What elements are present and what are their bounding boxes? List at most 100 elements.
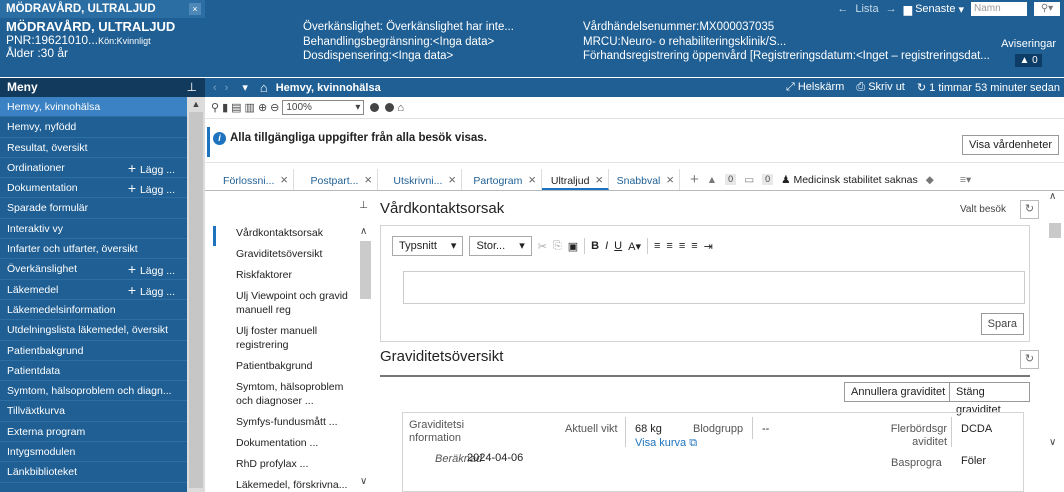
stability-indicator[interactable]: ♟ Medicinsk stabilitet saknas (781, 174, 918, 186)
sidebar-item[interactable]: Symtom, hälsoproblem och diagn... (0, 381, 187, 402)
scroll-thumb[interactable] (189, 112, 203, 488)
toc-item[interactable]: Symfys-fundusmått ... (236, 415, 361, 429)
sidebar-item[interactable]: Ordinationer + Lägg ... (0, 158, 187, 180)
scroll-down-icon[interactable]: ∨ (1049, 437, 1056, 448)
show-curve-link[interactable]: Visa kurva ⧉ (635, 437, 697, 450)
zoom-in-icon[interactable]: ⊕ (258, 101, 267, 114)
scroll-up-icon[interactable]: ∧ (1049, 191, 1056, 202)
paste-icon[interactable]: ▣ (568, 240, 578, 253)
toc-item[interactable]: Riskfaktorer (236, 268, 361, 282)
print-icon[interactable]: ▥ (245, 101, 255, 114)
align-center-icon[interactable]: ≡ (666, 240, 672, 252)
dropdown-icon[interactable]: ▾ (242, 81, 248, 94)
sidebar-item[interactable]: Dokumentation + Lägg ... (0, 178, 187, 200)
sidebar-item[interactable]: Hemvy, kvinnohälsa (0, 97, 187, 118)
toc-item[interactable]: Ulj Viewpoint och gravid manuell reg (236, 289, 361, 317)
tab-item[interactable]: Postpart... × (294, 169, 378, 190)
sidebar-item[interactable]: Externa program (0, 422, 187, 443)
add-button[interactable]: + Lägg ... (128, 178, 175, 200)
zoom-out-icon[interactable]: ⊖ (270, 101, 279, 114)
back-icon[interactable]: ‹ (213, 82, 217, 94)
scroll-thumb[interactable] (360, 241, 371, 299)
copy-icon[interactable]: ⎘ (553, 240, 562, 253)
font-color-icon[interactable]: A▾ (628, 240, 641, 253)
toc-item[interactable]: Ulj foster manuell registrering (236, 324, 361, 352)
toc-item[interactable]: Graviditetsöversikt (236, 247, 361, 261)
scroll-up-icon[interactable]: ▲ (187, 97, 205, 111)
toc-item[interactable]: Patientbakgrund (236, 359, 361, 373)
name-search-input[interactable]: Namn (971, 2, 1027, 16)
sidebar-item[interactable]: Infarter och utfarter, översikt (0, 239, 187, 260)
sidebar-scrollbar[interactable]: ▲ (187, 97, 205, 492)
pin-icon[interactable]: ⊥ (187, 78, 197, 97)
binoculars-icon[interactable]: ⚲ (211, 101, 219, 114)
show-units-button[interactable]: Visa vårdenheter (962, 135, 1059, 155)
care-reason-input[interactable] (403, 271, 1025, 304)
print-preview-icon[interactable]: ▤ (231, 101, 241, 114)
patient-tab[interactable]: MÖDRAVÅRD, ULTRALJUD × (0, 0, 205, 18)
cut-icon[interactable]: ✂ (538, 240, 547, 253)
font-select[interactable]: Typsnitt ▾ (392, 236, 464, 256)
forward-icon[interactable]: › (225, 82, 229, 94)
tab-item[interactable]: Förlossni... × (209, 169, 294, 190)
sidebar-item[interactable]: Sparade formulär (0, 198, 187, 219)
align-right-icon[interactable]: ≡ (679, 240, 685, 252)
sidebar-item[interactable]: Utdelningslista läkemedel, översikt (0, 320, 187, 341)
add-button[interactable]: + Lägg ... (128, 280, 175, 302)
sidebar-item[interactable]: Patientdata (0, 361, 187, 382)
sidebar-item[interactable]: Läkemedel + Lägg ... (0, 280, 187, 300)
select-visit-link[interactable]: Valt besök (960, 204, 1006, 215)
toc-item[interactable]: RhD profylax ... (236, 457, 361, 471)
bold-icon[interactable]: B (591, 240, 599, 252)
sidebar-item[interactable]: Länkbiblioteket (0, 462, 187, 483)
home-icon[interactable]: ⌂ (260, 80, 268, 95)
pin-icon[interactable]: ⊥ (359, 200, 368, 211)
print-button[interactable]: ⎙ Skriv ut (856, 81, 905, 94)
list-link[interactable]: Lista (855, 3, 878, 15)
tag-icon[interactable]: ◆ (926, 174, 934, 186)
cancel-pregnancy-button[interactable]: Annullera graviditet (844, 382, 953, 402)
italic-icon[interactable]: I (605, 240, 608, 252)
save-button[interactable]: Spara (980, 313, 1024, 335)
toc-item[interactable]: Vårdkontaktsorsak (236, 226, 361, 240)
sidebar-item[interactable]: Interaktiv vy (0, 219, 187, 240)
tab-item[interactable]: Ultraljud × (542, 169, 609, 190)
tab-item[interactable]: Utskrivni... × (378, 169, 462, 190)
toc-item[interactable]: Dokumentation ... (236, 436, 361, 450)
fullscreen-button[interactable]: ⤢ Helskärm (786, 81, 844, 94)
forward-arrow-icon[interactable]: → (886, 3, 897, 15)
sidebar-item[interactable]: Överkänslighet + Lägg ... (0, 259, 187, 281)
insert-icon[interactable]: ⇥ (704, 240, 713, 253)
sidebar-item[interactable]: Intygsmodulen (0, 442, 187, 463)
content-scrollbar[interactable]: ∧ ∨ (1049, 191, 1061, 492)
close-icon[interactable]: × (666, 172, 674, 187)
sidebar-item[interactable]: Hemvy, nyfödd (0, 117, 187, 138)
size-select[interactable]: Stor... ▾ (469, 236, 532, 256)
refresh-button[interactable]: ↻ 1 timmar 53 minuter sedan (917, 81, 1060, 94)
bell-icon[interactable]: ▲ (707, 174, 717, 186)
add-button[interactable]: + Lägg ... (128, 158, 175, 180)
close-icon[interactable]: × (189, 3, 201, 15)
close-icon[interactable]: × (448, 172, 456, 187)
add-button[interactable]: + Lägg ... (128, 259, 175, 281)
toc-scrollbar[interactable]: ∧ ∨ (360, 226, 371, 492)
sidebar-item[interactable]: Läkemedelsinformation (0, 300, 187, 321)
refresh-icon[interactable]: ↻ (1020, 200, 1039, 219)
recent-button[interactable]: ▆ Senaste ▾ (904, 3, 964, 16)
allergy-info[interactable]: Överkänslighet: Överkänslighet har inte.… (303, 20, 514, 35)
toc-item[interactable]: Läkemedel, förskrivna... (236, 478, 361, 492)
close-icon[interactable]: × (364, 172, 372, 187)
scroll-thumb[interactable] (1049, 223, 1061, 238)
add-tab-icon[interactable]: + (690, 171, 699, 188)
sidebar-item[interactable]: Resultat, översikt (0, 138, 187, 158)
scroll-up-icon[interactable]: ∧ (360, 226, 367, 237)
page-icon[interactable]: ▮ (222, 101, 228, 114)
toc-item[interactable]: Symtom, hälsoproblem och diagnoser ... (236, 380, 361, 408)
search-icon[interactable]: ⚲▾ (1034, 2, 1060, 16)
refresh-icon[interactable]: ↻ (1020, 350, 1039, 369)
sidebar-item[interactable]: Tillväxtkurva (0, 401, 187, 422)
close-icon[interactable]: × (280, 172, 288, 187)
sidebar-item[interactable]: Patientbakgrund (0, 341, 187, 361)
menu-icon[interactable]: ≡▾ (960, 174, 971, 186)
align-left-icon[interactable]: ≡ (654, 240, 660, 252)
